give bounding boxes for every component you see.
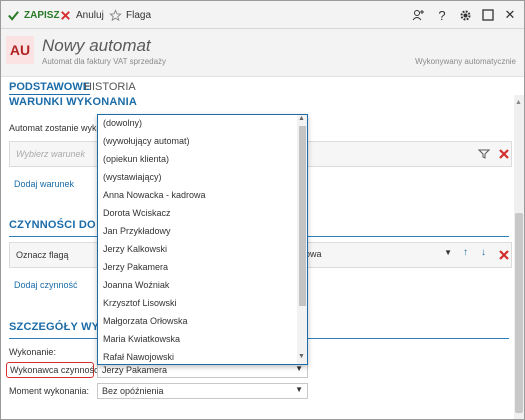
dropdown-option[interactable]: Joanna Woźniak	[103, 280, 169, 290]
cancel-button[interactable]: Anuluj	[59, 7, 104, 23]
dropdown-option[interactable]: Jerzy Kalkowski	[103, 244, 167, 254]
chevron-down-icon: ▼	[295, 385, 303, 394]
add-action-link[interactable]: Dodaj czynność	[14, 280, 78, 290]
tab-bar: PODSTAWOWE HISTORIA	[1, 77, 524, 96]
dropdown-scrollbar-thumb[interactable]	[299, 126, 306, 306]
dropdown-option[interactable]: Małgorzata Orłowska	[103, 316, 188, 326]
check-icon	[8, 10, 19, 21]
execution-mode: Wykonywany automatycznie	[415, 57, 516, 66]
moment-label: Moment wykonania:	[9, 386, 90, 396]
condition-placeholder[interactable]: Wybierz warunek	[16, 149, 85, 159]
dropdown-option[interactable]: Rafał Nawojowski	[103, 352, 174, 362]
conditions-intro: Automat zostanie wykon	[9, 123, 107, 133]
cancel-label: Anuluj	[76, 9, 104, 21]
chevron-down-icon: ▼	[444, 248, 452, 257]
action-value[interactable]: Oznacz flagą	[16, 250, 69, 260]
page-subtitle: Automat dla faktury VAT sprzedaży	[42, 57, 167, 66]
dropdown-option[interactable]: Jan Przykładowy	[103, 226, 171, 236]
flag-button[interactable]: Flaga	[109, 7, 151, 23]
maximize-icon[interactable]	[479, 6, 497, 24]
add-person-icon[interactable]	[409, 6, 427, 24]
delete-condition-icon[interactable]	[498, 148, 510, 160]
help-glyph: ?	[438, 7, 446, 23]
moment-select[interactable]: Bez opóźnienia ▼	[97, 383, 308, 399]
dropdown-option[interactable]: Maria Kwiatkowska	[103, 334, 180, 344]
delete-action-icon[interactable]	[498, 249, 510, 261]
scrollbar-thumb[interactable]	[515, 213, 523, 413]
performer-value: Jerzy Pakamera	[102, 365, 168, 375]
chevron-up-icon[interactable]: ▲	[298, 115, 305, 122]
save-label: ZAPISZ	[24, 9, 60, 21]
moment-value: Bez opóźnienia	[102, 386, 164, 396]
help-icon[interactable]: ?	[433, 6, 451, 24]
chevron-down-icon: ▼	[295, 364, 303, 373]
performed-label: Wykonanie:	[9, 347, 56, 357]
toolbar: ZAPISZ Anuluj Flaga ? ✕	[1, 1, 524, 29]
avatar: AU	[6, 36, 34, 64]
move-down-icon[interactable]: ↓	[481, 247, 486, 258]
filter-icon[interactable]	[478, 148, 490, 160]
record-header: AU Nowy automat Automat dla faktury VAT …	[1, 29, 524, 77]
move-up-icon[interactable]: ↑	[463, 247, 468, 258]
gear-icon[interactable]	[456, 6, 474, 24]
flag-label: Flaga	[126, 9, 152, 21]
performer-label: Wykonawca czynności:	[10, 365, 103, 375]
dropdown-option[interactable]: Krzysztof Lisowski	[103, 298, 177, 308]
chevron-down-icon[interactable]: ▼	[298, 353, 305, 360]
action-parameter-select[interactable]: owa ▼	[301, 247, 456, 263]
dropdown-option[interactable]: Dorota Wciskacz	[103, 208, 171, 218]
scroll-up-icon[interactable]: ▲	[515, 99, 522, 106]
dropdown-option[interactable]: Jerzy Pakamera	[103, 262, 168, 272]
add-condition-link[interactable]: Dodaj warunek	[14, 179, 74, 189]
close-icon	[61, 10, 70, 20]
page-title: Nowy automat	[42, 36, 151, 55]
star-icon	[109, 8, 122, 21]
dropdown-option[interactable]: (wywołujący automat)	[103, 136, 190, 146]
section-conditions-title: WARUNKI WYKONANIA	[9, 96, 138, 108]
dropdown-option[interactable]: (dowolny)	[103, 118, 142, 128]
tab-podstawowe[interactable]: PODSTAWOWE	[9, 81, 91, 96]
tab-historia[interactable]: HISTORIA	[84, 81, 136, 93]
dropdown-option[interactable]: Anna Nowacka - kadrowa	[103, 190, 206, 200]
dropdown-option[interactable]: (opiekun klienta)	[103, 154, 169, 164]
close-glyph: ✕	[504, 7, 516, 22]
close-window-icon[interactable]: ✕	[501, 6, 519, 24]
save-button[interactable]: ZAPISZ	[7, 7, 60, 23]
window: ZAPISZ Anuluj Flaga ? ✕ AU Nowy automat …	[0, 0, 525, 420]
performer-dropdown-list: (dowolny) (wywołujący automat) (opiekun …	[97, 114, 308, 365]
dropdown-option[interactable]: (wystawiający)	[103, 172, 162, 182]
